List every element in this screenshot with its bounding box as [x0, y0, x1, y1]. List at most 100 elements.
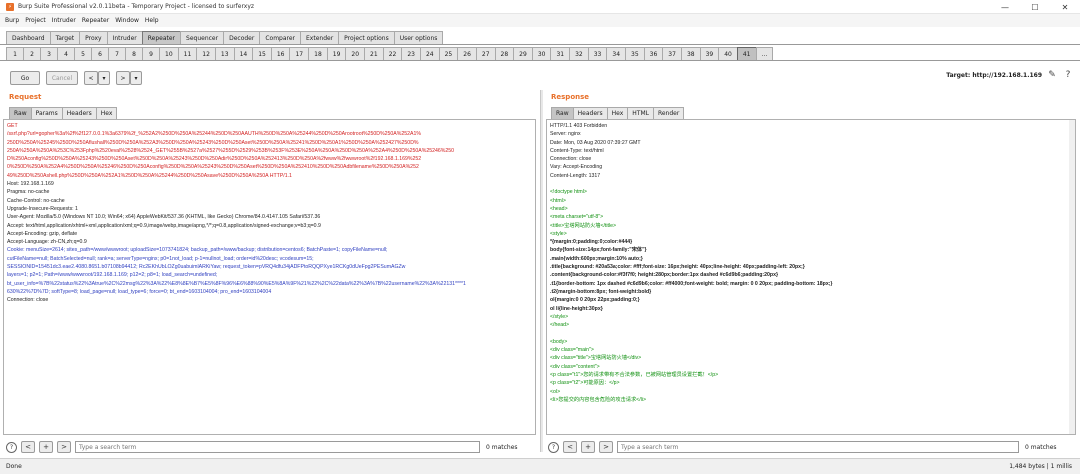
repeater-tab-32[interactable]: 32	[569, 47, 589, 60]
repeater-tab-4[interactable]: 4	[57, 47, 75, 60]
response-line: <!doctype html>	[550, 189, 587, 196]
repeater-tab-20[interactable]: 20	[345, 47, 366, 60]
repeater-tab-27[interactable]: 27	[475, 47, 496, 60]
repeater-tab-15[interactable]: 15	[252, 47, 272, 60]
repeater-tab-41[interactable]: 41	[736, 47, 757, 60]
request-tab-params[interactable]: Params	[30, 107, 63, 119]
pane-splitter[interactable]	[540, 90, 543, 452]
menu-repeater[interactable]: Repeater	[82, 17, 109, 24]
response-scrollbar[interactable]	[1069, 120, 1075, 434]
repeater-tab-11[interactable]: 11	[177, 47, 198, 60]
go-button[interactable]: Go	[10, 71, 40, 85]
repeater-tab-5[interactable]: 5	[74, 47, 92, 60]
repeater-tab-33[interactable]: 33	[587, 47, 608, 60]
request-line: Connection: close	[7, 297, 49, 304]
tab-intruder[interactable]: Intruder	[106, 31, 143, 44]
repeater-tab-13[interactable]: 13	[214, 47, 235, 60]
menu-burp[interactable]: Burp	[5, 17, 19, 24]
tab-dashboard[interactable]: Dashboard	[6, 31, 51, 44]
search-next-button[interactable]: >	[57, 441, 71, 453]
repeater-tab-26[interactable]: 26	[457, 47, 477, 60]
response-tab-raw[interactable]: Raw	[551, 107, 574, 119]
repeater-tab-38[interactable]: 38	[680, 47, 701, 60]
repeater-tab-28[interactable]: 28	[494, 47, 515, 60]
repeater-tab-39[interactable]: 39	[699, 47, 720, 60]
menu-intruder[interactable]: Intruder	[52, 17, 76, 24]
repeater-tab-29[interactable]: 29	[513, 47, 533, 60]
tab-target[interactable]: Target	[49, 31, 81, 44]
tab-project-options[interactable]: Project options	[338, 31, 395, 44]
repeater-tab-37[interactable]: 37	[662, 47, 682, 60]
request-search-input[interactable]	[75, 441, 480, 453]
repeater-tab-6[interactable]: 6	[91, 47, 109, 60]
pencil-icon[interactable]: ✎	[1046, 69, 1058, 81]
search-next-button[interactable]: >	[599, 441, 613, 453]
repeater-tab-35[interactable]: 35	[625, 47, 645, 60]
cancel-button[interactable]: Cancel	[46, 71, 78, 85]
response-tab-headers[interactable]: Headers	[572, 107, 608, 119]
forward-button[interactable]: >	[116, 71, 130, 85]
repeater-tab-12[interactable]: 12	[196, 47, 216, 60]
minimize-icon[interactable]: —	[990, 0, 1020, 14]
tab-extender[interactable]: Extender	[300, 31, 340, 44]
request-tab-hex[interactable]: Hex	[95, 107, 118, 119]
close-icon[interactable]: ✕	[1050, 0, 1080, 14]
help-icon[interactable]: ?	[548, 441, 559, 453]
burp-window: ⚡ Burp Suite Professional v2.0.11beta - …	[0, 0, 1080, 474]
tab-proxy[interactable]: Proxy	[79, 31, 108, 44]
repeater-tab-23[interactable]: 23	[401, 47, 421, 60]
repeater-tab-22[interactable]: 22	[382, 47, 403, 60]
menu-window[interactable]: Window	[115, 17, 139, 24]
search-options-button[interactable]: +	[581, 441, 595, 453]
response-line: Vary: Accept-Encoding	[550, 164, 603, 171]
tab-decoder[interactable]: Decoder	[223, 31, 261, 44]
response-line: ol li{line-height:30px}	[550, 305, 603, 312]
help-icon[interactable]: ?	[1062, 69, 1074, 81]
search-previous-button[interactable]: <	[21, 441, 35, 453]
repeater-tab-3[interactable]: 3	[40, 47, 58, 60]
search-previous-button[interactable]: <	[563, 441, 577, 453]
request-tab-raw[interactable]: Raw	[9, 107, 32, 119]
response-tab-hex[interactable]: Hex	[606, 107, 629, 119]
menu-help[interactable]: Help	[145, 17, 159, 24]
repeater-tab-30[interactable]: 30	[531, 47, 552, 60]
repeater-tab-34[interactable]: 34	[606, 47, 627, 60]
menu-project[interactable]: Project	[25, 17, 46, 24]
help-icon[interactable]: ?	[6, 441, 17, 453]
repeater-tab-1[interactable]: 1	[6, 47, 24, 60]
repeater-tab-more[interactable]: ...	[755, 47, 774, 60]
forward-history-button[interactable]: ▾	[130, 71, 142, 85]
response-search-input[interactable]	[617, 441, 1019, 453]
tab-sequencer[interactable]: Sequencer	[180, 31, 225, 44]
request-line: bt_user_info=%7B%22status%22%3Atrue%2C%2…	[7, 280, 466, 287]
repeater-tab-16[interactable]: 16	[270, 47, 291, 60]
repeater-tab-24[interactable]: 24	[419, 47, 440, 60]
response-tab-html[interactable]: HTML	[627, 107, 654, 119]
response-tab-render[interactable]: Render	[652, 107, 685, 119]
repeater-tab-17[interactable]: 17	[289, 47, 310, 60]
repeater-tab-7[interactable]: 7	[108, 47, 126, 60]
response-line: </style>	[550, 313, 569, 320]
repeater-tab-14[interactable]: 14	[233, 47, 254, 60]
search-options-button[interactable]: +	[39, 441, 53, 453]
repeater-tab-36[interactable]: 36	[643, 47, 664, 60]
repeater-tab-10[interactable]: 10	[159, 47, 179, 60]
response-editor[interactable]: HTTP/1.1 403 Forbidden Server: nginx Date:…	[546, 119, 1076, 435]
request-tab-headers[interactable]: Headers	[61, 107, 97, 119]
repeater-tab-2[interactable]: 2	[23, 47, 41, 60]
repeater-tab-19[interactable]: 19	[326, 47, 347, 60]
repeater-tab-31[interactable]: 31	[550, 47, 571, 60]
tab-comparer[interactable]: Comparer	[259, 31, 302, 44]
back-history-button[interactable]: ▾	[98, 71, 110, 85]
back-button[interactable]: <	[84, 71, 98, 85]
maximize-icon[interactable]: ☐	[1020, 0, 1050, 14]
repeater-tab-25[interactable]: 25	[438, 47, 459, 60]
repeater-tab-8[interactable]: 8	[125, 47, 143, 60]
repeater-tab-21[interactable]: 21	[364, 47, 384, 60]
repeater-tab-18[interactable]: 18	[308, 47, 328, 60]
tab-repeater[interactable]: Repeater	[141, 31, 182, 44]
request-editor[interactable]: GET/ssrf.php?url=gopher%3a%2f%2f127.0.0.…	[3, 119, 536, 435]
repeater-tab-40[interactable]: 40	[718, 47, 738, 60]
tab-user-options[interactable]: User options	[393, 31, 444, 44]
repeater-tab-9[interactable]: 9	[142, 47, 160, 60]
